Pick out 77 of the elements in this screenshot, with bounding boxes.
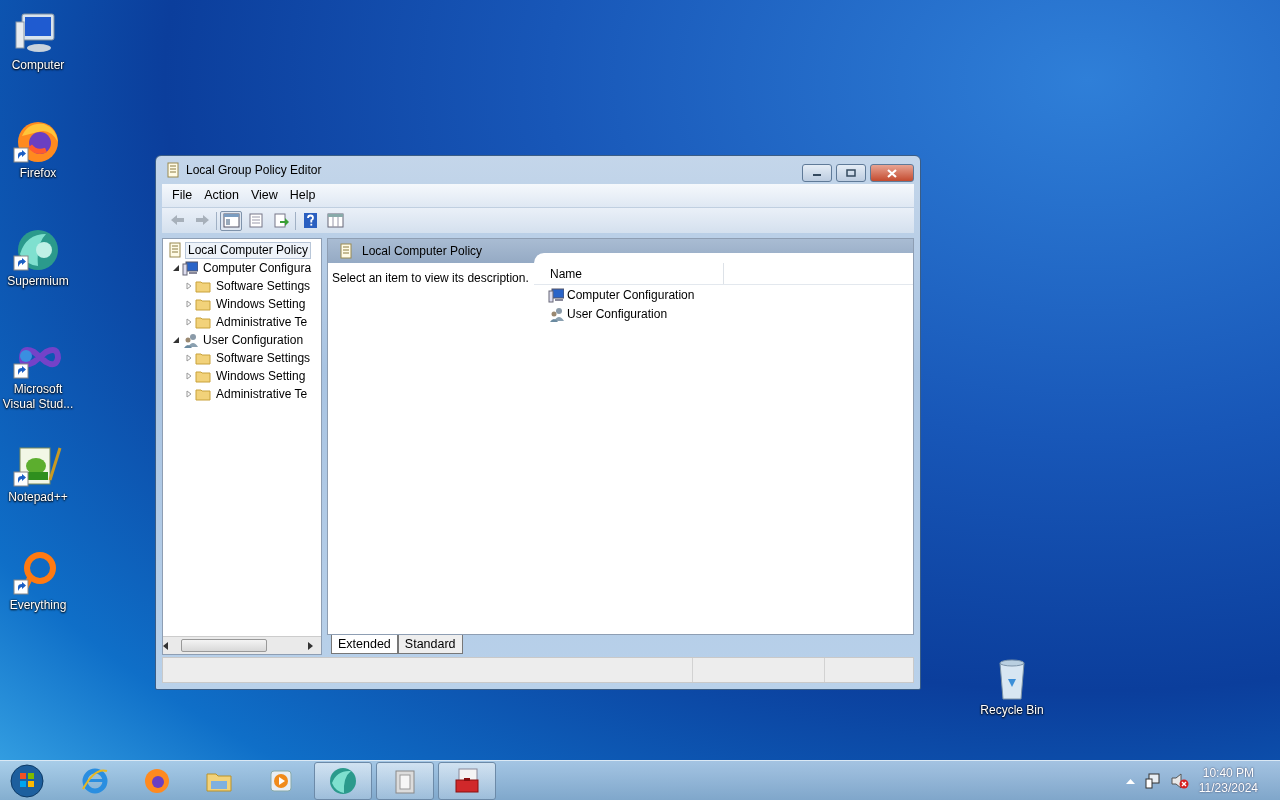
- tree-item[interactable]: Windows Setting: [213, 367, 309, 385]
- toolbar-button[interactable]: [324, 210, 346, 231]
- menu-item[interactable]: Action: [198, 186, 245, 205]
- desktop-icon-label[interactable]: Microsoft Visual Stud...: [0, 382, 76, 412]
- pane-icon: [222, 212, 240, 229]
- windows-logo-icon: [10, 763, 44, 798]
- desktop-icon-label[interactable]: Recycle Bin: [980, 703, 1044, 718]
- monitor-icon: [548, 286, 564, 303]
- monitor-icon: [182, 260, 198, 276]
- desktop-icon-label[interactable]: Computer: [11, 58, 65, 73]
- swirl-logo-icon: [329, 766, 357, 795]
- tree-item[interactable]: Software Settings: [213, 277, 314, 295]
- show-hidden-icon[interactable]: [1125, 777, 1135, 784]
- expanded-arrow-icon[interactable]: [172, 336, 180, 344]
- expanded-arrow-icon[interactable]: [172, 264, 180, 272]
- e-browser-icon: [81, 766, 109, 795]
- menu-item[interactable]: View: [244, 186, 284, 205]
- minimize-button[interactable]: [802, 164, 832, 182]
- desktop-icon-label[interactable]: Supermium: [7, 274, 69, 289]
- users-icon: [548, 305, 564, 322]
- taskbar-button[interactable]: [314, 761, 372, 800]
- taskbar-button[interactable]: [376, 761, 434, 800]
- collapsed-arrow-icon[interactable]: [185, 354, 193, 362]
- description-text: Select an item to view its description.: [331, 270, 530, 287]
- list-icon: [247, 212, 265, 229]
- folder-icon: [195, 386, 211, 402]
- document-icon: [167, 242, 183, 258]
- list-item[interactable]: Computer Configuration: [567, 285, 695, 304]
- menu-item[interactable]: Help: [283, 186, 322, 205]
- help-icon: [301, 212, 319, 229]
- folder-icon: [195, 314, 211, 330]
- desktop-icon-label[interactable]: Everything: [9, 598, 67, 613]
- collapsed-arrow-icon[interactable]: [185, 318, 193, 326]
- folder-icon: [195, 278, 211, 294]
- desktop-icon-label[interactable]: Notepad++: [8, 490, 68, 505]
- collapsed-arrow-icon[interactable]: [185, 282, 193, 290]
- left-arrow-icon[interactable]: [163, 641, 169, 650]
- collapsed-arrow-icon[interactable]: [185, 372, 193, 380]
- desktop-icon-label[interactable]: Firefox: [19, 166, 57, 181]
- collapsed-arrow-icon[interactable]: [185, 390, 193, 398]
- tree-item[interactable]: Administrative Te: [213, 385, 311, 403]
- collapsed-arrow-icon[interactable]: [185, 300, 193, 308]
- tree-item[interactable]: Local Computer Policy: [185, 241, 312, 259]
- document-icon: [338, 243, 354, 259]
- network-icon[interactable]: [1144, 772, 1161, 789]
- columns-icon: [326, 212, 344, 229]
- menu-item[interactable]: File: [166, 186, 199, 205]
- tree-item[interactable]: Administrative Te: [213, 313, 311, 331]
- taskbar-button[interactable]: [438, 761, 496, 800]
- folder-icon: [195, 296, 211, 312]
- tree-item[interactable]: Windows Setting: [213, 295, 309, 313]
- tree-item[interactable]: User Configuration: [200, 331, 307, 349]
- folder-icon: [195, 350, 211, 366]
- column-header[interactable]: Name: [534, 263, 724, 284]
- pane-title: Local Computer Policy: [362, 243, 483, 260]
- export-icon: [272, 212, 290, 229]
- close-icon: [887, 168, 897, 178]
- app-icon: [166, 162, 180, 178]
- list-item[interactable]: User Configuration: [567, 304, 668, 323]
- toolbar-button[interactable]: [220, 210, 242, 231]
- clock-time: 10:40 PM: [1201, 765, 1256, 781]
- tab[interactable]: Extended: [331, 635, 398, 654]
- toolbox-icon: [453, 766, 481, 795]
- maximize-icon: [846, 169, 856, 177]
- tab[interactable]: Standard: [397, 635, 463, 654]
- maximize-button[interactable]: [836, 164, 866, 182]
- right-arrow-icon[interactable]: [307, 641, 313, 650]
- window-title: Local Group Policy Editor: [186, 162, 323, 179]
- users-icon: [182, 332, 198, 348]
- folder-icon: [195, 368, 211, 384]
- horizontal-scrollbar[interactable]: [163, 636, 321, 654]
- tree-item[interactable]: Computer Configura: [200, 259, 315, 277]
- clock-date: 11/23/2024: [1198, 780, 1258, 796]
- close-button[interactable]: [870, 164, 914, 182]
- globe-flame-icon: [143, 766, 171, 795]
- muted-speaker-icon[interactable]: [1170, 772, 1189, 789]
- tree-item[interactable]: Software Settings: [213, 349, 314, 367]
